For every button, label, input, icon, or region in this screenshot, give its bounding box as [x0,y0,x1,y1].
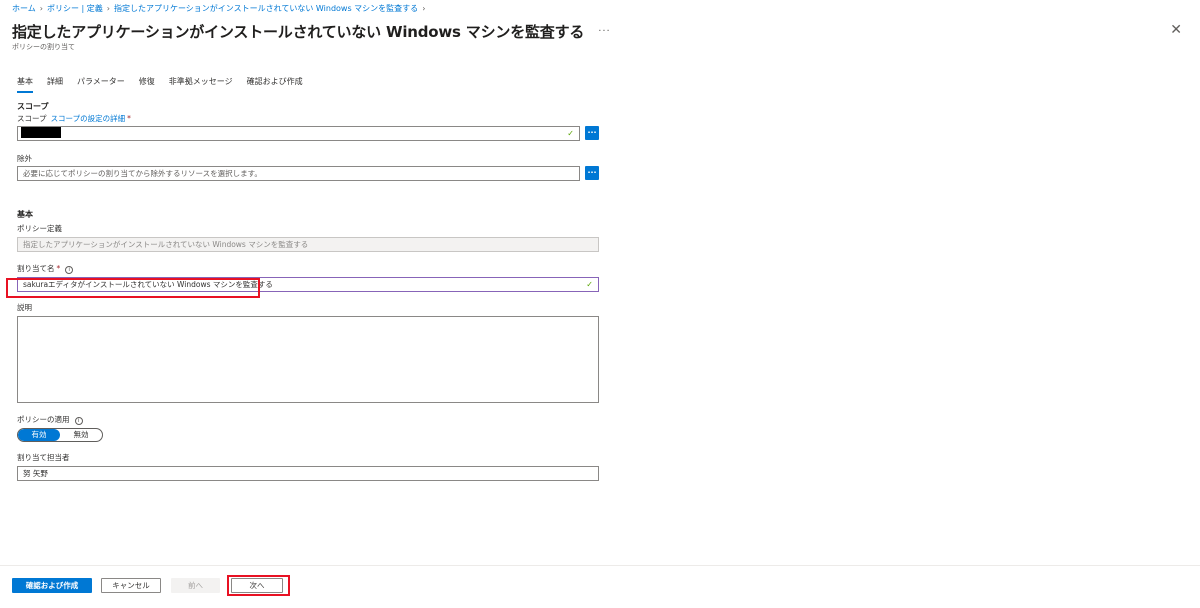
description-label: 説明 [17,303,32,312]
tab-non-compliance-messages[interactable]: 非準拠メッセージ [169,75,233,93]
tab-bar: 基本 詳細 パラメーター 修復 非準拠メッセージ 確認および作成 [17,75,317,93]
highlight-box-assignment-name [6,278,260,298]
checkmark-icon: ✓ [586,280,593,289]
scope-browse-button[interactable]: ... [585,126,599,140]
assigned-by-label: 割り当て担当者 [17,453,70,462]
tab-remediation[interactable]: 修復 [139,75,155,93]
scope-label: スコープ [17,114,47,123]
breadcrumb-home[interactable]: ホーム [12,3,36,14]
enforcement-label-row: ポリシーの適用 i [17,414,83,425]
tab-basics[interactable]: 基本 [17,75,33,93]
enforcement-option-disabled[interactable]: 無効 [60,429,102,441]
exclusions-placeholder: 必要に応じてポリシーの割り当てから除外するリソースを選択します。 [23,169,262,178]
chevron-right-icon: › [422,4,426,13]
assigned-by-input[interactable]: 努 矢野 [17,466,599,481]
tab-review-create[interactable]: 確認および作成 [247,75,303,93]
exclusions-label: 除外 [17,154,32,163]
scope-label-row: スコープ スコープの設定の詳細 * [17,113,131,124]
review-create-button[interactable]: 確認および作成 [12,578,92,593]
assignment-name-label-row: 割り当て名 * i [17,263,74,274]
exclusions-field[interactable]: 必要に応じてポリシーの割り当てから除外するリソースを選択します。 [17,166,580,181]
assigned-by-value: 努 矢野 [23,469,48,478]
assignment-name-label: 割り当て名 [17,264,55,273]
cancel-button[interactable]: キャンセル [101,578,161,593]
tab-parameters[interactable]: パラメーター [77,75,125,93]
page-subtitle: ポリシーの割り当て [12,43,75,51]
policy-definition-field: 指定したアプリケーションがインストールされていない Windows マシンを監査… [17,237,599,252]
enforcement-option-enabled[interactable]: 有効 [18,429,60,441]
breadcrumb-policy-definition[interactable]: 指定したアプリケーションがインストールされていない Windows マシンを監査… [114,3,418,14]
info-icon[interactable]: i [65,266,74,274]
scope-section-title: スコープ [17,102,49,111]
previous-button[interactable]: 前へ [171,578,220,593]
page-title: 指定したアプリケーションがインストールされていない Windows マシンを監査… [12,23,585,41]
chevron-right-icon: › [106,4,110,13]
footer-divider [0,565,1200,566]
chevron-right-icon: › [39,4,43,13]
breadcrumb-policy-definitions[interactable]: ポリシー | 定義 [47,3,103,14]
checkmark-icon: ✓ [567,129,574,138]
enforcement-label: ポリシーの適用 [17,415,70,424]
required-marker: * [56,264,61,273]
description-textarea[interactable] [17,316,599,403]
breadcrumb: ホーム › ポリシー | 定義 › 指定したアプリケーションがインストールされて… [12,3,425,14]
scope-learn-more-link[interactable]: スコープの設定の詳細 [51,114,126,123]
required-marker: * [127,114,131,123]
scope-value-redacted [21,127,61,138]
enforcement-toggle[interactable]: 有効 無効 [17,428,103,442]
more-options-icon[interactable]: ··· [598,26,611,37]
tab-advanced[interactable]: 詳細 [47,75,63,93]
scope-field[interactable]: ✓ [17,126,580,141]
highlight-box-next [227,575,290,596]
exclusions-browse-button[interactable]: ... [585,166,599,180]
policy-definition-label: ポリシー定義 [17,224,62,233]
basics-section-title: 基本 [17,210,33,219]
info-icon[interactable]: i [74,417,83,425]
title-row: 指定したアプリケーションがインストールされていない Windows マシンを監査… [12,21,611,42]
close-icon[interactable]: ✕ [1170,22,1182,38]
